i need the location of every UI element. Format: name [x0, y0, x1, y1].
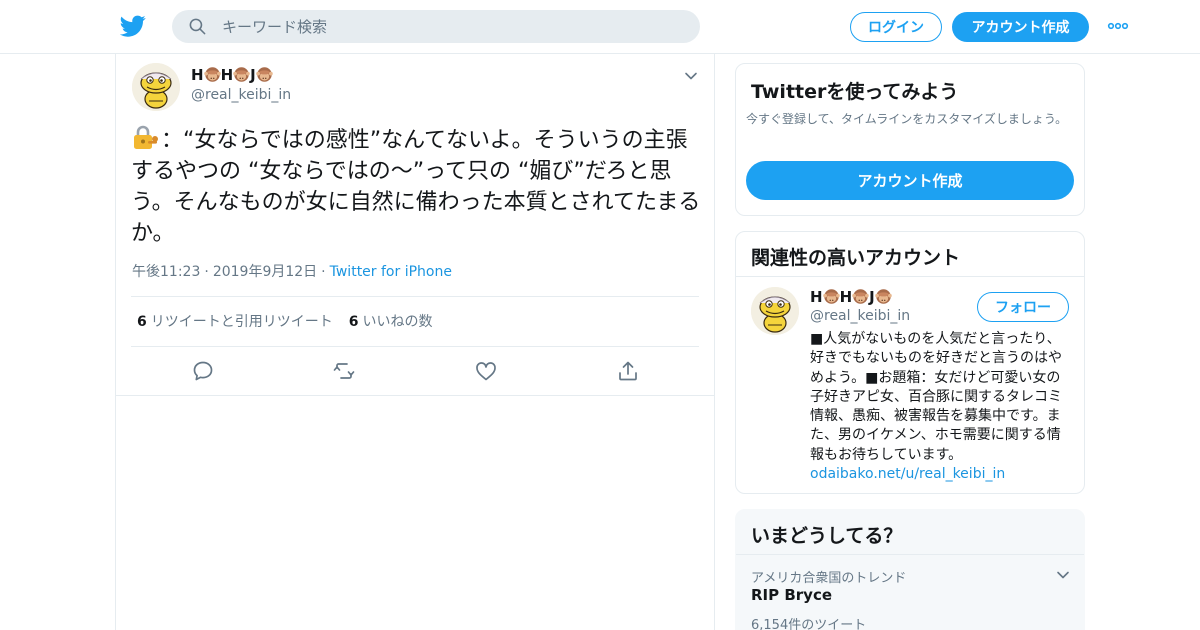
retweet-icon[interactable] [332, 359, 356, 383]
likes-label: いいねの数 [362, 314, 433, 330]
bio-link[interactable]: odaibako.net/u/real_keibi_in [810, 466, 1005, 482]
name-part: H [191, 66, 204, 84]
tweet-source-link[interactable]: Twitter for iPhone [330, 264, 452, 280]
avatar[interactable] [751, 287, 799, 335]
likes-stat[interactable]: 6 いいねの数 [349, 314, 433, 330]
likes-count: 6 [348, 314, 359, 330]
avatar[interactable] [132, 63, 180, 111]
related-card-title: 関連性の高いアカウント [751, 247, 961, 269]
signup-card-subtitle: 今すぐ登録して、タイムラインをカスタマイズしましょう。 [746, 112, 1068, 126]
name-part: H [810, 288, 823, 306]
related-accounts-card: 関連性の高いアカウント HHJ @real_keibi_in フォロー ■人気が… [735, 231, 1085, 494]
trend-item[interactable]: RIP Bryce [751, 586, 832, 604]
tweet-body: ：“女ならではの感性”なんてないよ。そういうの主張するやつの “女ならではの〜”… [131, 128, 701, 246]
search-bar [172, 10, 700, 43]
monkey-emoji-icon [256, 66, 273, 83]
monkey-emoji-icon [204, 66, 221, 83]
like-icon[interactable] [474, 359, 498, 383]
tweet-time[interactable]: 午後11:23 [132, 264, 200, 280]
trend-tweet-count: 6,154件のツイート [751, 618, 867, 630]
monkey-emoji-icon [852, 288, 869, 305]
name-part: H [220, 66, 234, 84]
monkey-emoji-icon [875, 288, 892, 305]
related-account-name[interactable]: HHJ [810, 288, 892, 306]
retweets-count: 6 [137, 314, 147, 330]
tweet-text: ：“女ならではの感性”なんてないよ。そういうの主張するやつの “女ならではの〜”… [131, 125, 706, 249]
name-part: H [839, 288, 853, 306]
top-header: ログイン アカウント作成 [0, 0, 1200, 54]
more-dots-icon[interactable] [1107, 18, 1129, 34]
search-icon [189, 18, 206, 35]
follow-button[interactable]: フォロー [977, 292, 1069, 322]
chevron-down-icon[interactable] [683, 68, 699, 84]
signup-card: Twitterを使ってみよう 今すぐ登録して、タイムラインをカスタマイズしましょ… [735, 63, 1085, 216]
monkey-emoji-icon [823, 288, 840, 305]
retweets-stat[interactable]: 6 リツイートと引用リツイート [137, 314, 333, 330]
author-handle[interactable]: @real_keibi_in [191, 87, 291, 103]
create-account-button[interactable]: アカウント作成 [746, 161, 1074, 200]
tweet-meta: 午後11:23 · 2019年9月12日 · Twitter for iPhone [132, 261, 452, 281]
related-account-handle[interactable]: @real_keibi_in [810, 308, 910, 324]
chevron-down-icon[interactable] [1055, 567, 1071, 583]
monkey-emoji-icon [233, 66, 250, 83]
related-account-bio: ■人気がないものを人気だと言ったり、好きでもないものを好きだと言うのはやめよう。… [810, 330, 1072, 484]
trends-card: いまどうしてる？ アメリカ合衆国のトレンド RIP Bryce 6,154件のツ… [735, 509, 1085, 630]
share-icon[interactable] [616, 359, 640, 383]
login-button[interactable]: ログイン [850, 12, 942, 42]
reply-icon[interactable] [191, 359, 215, 383]
tweet: HHJ @real_keibi_in ：“女ならではの感性”なんてないよ。そうい… [116, 54, 714, 396]
retweets-label: リツイートと引用リツイート [150, 314, 333, 330]
divider [131, 296, 699, 297]
author-name[interactable]: HHJ [191, 66, 273, 84]
divider [736, 554, 1084, 555]
trends-card-title: いまどうしてる？ [751, 525, 903, 547]
trend-context: アメリカ合衆国のトレンド [751, 571, 907, 586]
signup-button[interactable]: アカウント作成 [952, 12, 1089, 42]
search-input[interactable] [222, 10, 682, 43]
divider [736, 276, 1084, 277]
tweet-stats: 6 リツイートと引用リツイート 6 いいねの数 [137, 311, 433, 331]
twitter-bird-icon[interactable] [120, 13, 146, 39]
divider [131, 346, 699, 347]
signup-card-title: Twitterを使ってみよう [751, 81, 959, 103]
separator: · [204, 264, 209, 280]
main-column: HHJ @real_keibi_in ：“女ならではの感性”なんてないよ。そうい… [115, 54, 715, 630]
separator: · [321, 264, 326, 280]
lock-with-key-icon [134, 125, 158, 149]
bio-text: ■人気がないものを人気だと言ったり、好きでもないものを好きだと言うのはやめよう。… [810, 331, 1062, 463]
tweet-date[interactable]: 2019年9月12日 [213, 264, 317, 280]
